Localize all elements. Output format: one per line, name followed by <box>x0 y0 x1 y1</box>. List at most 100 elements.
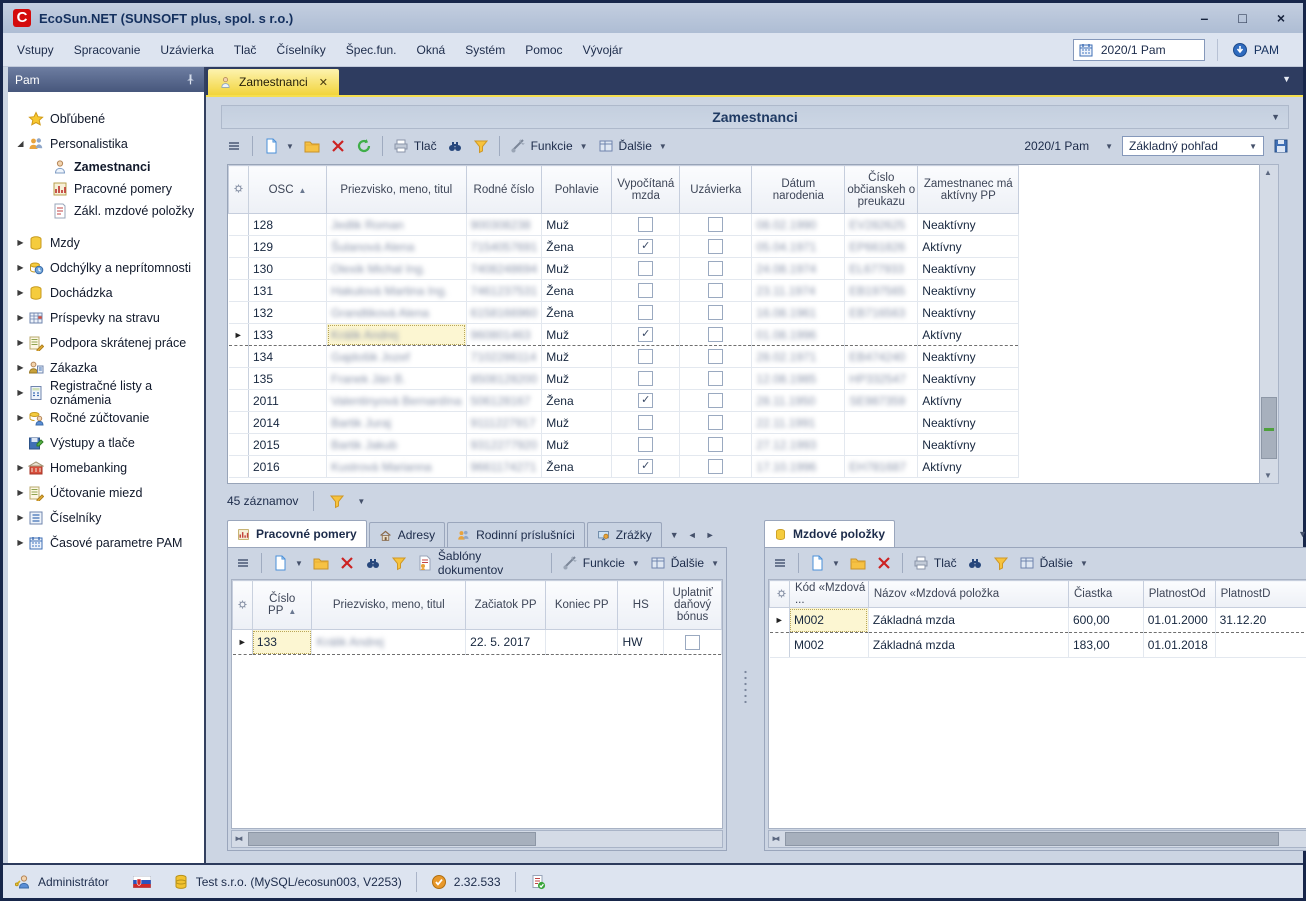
cell-closed[interactable] <box>680 214 752 236</box>
new-button[interactable]: ▼ <box>267 552 308 574</box>
tab-pracovn-pomery[interactable]: Pracovné pomery <box>227 520 367 547</box>
cell-sex[interactable]: Muž <box>542 368 612 390</box>
cell-closed[interactable] <box>680 456 752 478</box>
print-button[interactable]: Tlač <box>908 552 962 574</box>
panel-dropdown-icon[interactable]: ▼ <box>1271 112 1280 122</box>
tab-list-dropdown-icon[interactable]: ▼ <box>670 530 679 540</box>
cell-dob[interactable]: 24.08.1974 <box>752 258 845 280</box>
cell-title[interactable]: Základná mzda <box>868 633 1068 658</box>
cell-closed[interactable] <box>680 280 752 302</box>
cell-code[interactable]: M002 <box>789 633 868 658</box>
column-header-status[interactable]: Zamestnanec má aktívny PP <box>918 166 1019 214</box>
cell-status[interactable]: Neaktívny <box>918 258 1019 280</box>
table-row[interactable]: 129Šulanová Alena7154057691Žena✓05.04.19… <box>229 236 1247 258</box>
checkbox[interactable] <box>638 305 653 320</box>
grid-settings-button[interactable] <box>770 581 790 608</box>
cell-idcard[interactable]: EH781687 <box>845 456 918 478</box>
cell-closed[interactable] <box>680 236 752 258</box>
cell-dob[interactable]: 28.11.1950 <box>752 390 845 412</box>
cell-calc[interactable] <box>612 302 680 324</box>
pam-button[interactable]: PAM <box>1217 39 1289 61</box>
checkbox[interactable] <box>638 415 653 430</box>
cell-status[interactable]: Aktívny <box>918 390 1019 412</box>
column-header-calc[interactable]: Vypočítaná mzda <box>612 166 680 214</box>
sidebar-item-tovanie-miezd[interactable]: ▶Účtovanie miezd <box>8 480 204 505</box>
sidebar-item-z-kl-mzdov-polo-ky[interactable]: Zákl. mzdové položky <box>8 200 204 222</box>
sidebar-item-seln-ky[interactable]: ▶Číselníky <box>8 505 204 530</box>
panel-splitter[interactable] <box>729 521 762 851</box>
filter-button[interactable] <box>988 552 1014 574</box>
cell-hs[interactable]: HW <box>618 630 664 655</box>
grid-settings-button[interactable] <box>233 581 253 630</box>
cell-name[interactable]: Bartik Juraj <box>327 412 467 434</box>
new-button[interactable]: ▼ <box>258 135 299 157</box>
cell-idcard[interactable]: EB474240 <box>845 346 918 368</box>
cell-closed[interactable] <box>680 412 752 434</box>
checkbox[interactable] <box>638 283 653 298</box>
cell-sex[interactable]: Žena <box>542 390 612 412</box>
period-selector[interactable]: 2020/1 Pam▼ <box>1024 139 1113 153</box>
cell-dob[interactable]: 12.08.1985 <box>752 368 845 390</box>
column-header-bonus[interactable]: Uplatniť daňový bónus <box>664 581 722 630</box>
functions-button[interactable]: Funkcie▼ <box>557 552 645 574</box>
cell-idcard[interactable] <box>845 412 918 434</box>
cell-status[interactable]: Aktívny <box>918 324 1019 346</box>
cell-osc[interactable]: 131 <box>249 280 327 302</box>
cell-rc[interactable]: 960801463 <box>466 324 542 346</box>
cell-osc[interactable]: 2011 <box>249 390 327 412</box>
sidebar-item-odch-lky-a-nepr-tomnosti[interactable]: ▶Odchýlky a neprítomnosti <box>8 255 204 280</box>
checkbox[interactable] <box>708 459 723 474</box>
search-button[interactable] <box>962 552 988 574</box>
cell-idcard[interactable]: SE987359 <box>845 390 918 412</box>
column-header-dob[interactable]: Dátum narodenia <box>752 166 845 214</box>
cell-name[interactable]: Šulanová Alena <box>327 236 467 258</box>
checkbox[interactable] <box>638 349 653 364</box>
cell-rc[interactable]: 7408248694 <box>466 258 542 280</box>
cell-rc[interactable]: 6158166960 <box>466 302 542 324</box>
cell-calc[interactable] <box>612 214 680 236</box>
table-row[interactable]: 134Gajdošik Jozef7102286114Muž28.02.1971… <box>229 346 1247 368</box>
cell-osc[interactable]: 129 <box>249 236 327 258</box>
cell-name[interactable]: Králik Andrej <box>327 324 467 346</box>
grid-menu-button[interactable] <box>221 135 247 157</box>
cell-calc[interactable] <box>612 280 680 302</box>
cell-calc[interactable] <box>612 368 680 390</box>
column-header-start[interactable]: Začiatok PP <box>466 581 546 630</box>
maximize-button[interactable]: □ <box>1238 10 1246 26</box>
cell-rc[interactable]: 9661174271 <box>466 456 542 478</box>
cell-osc[interactable]: 2015 <box>249 434 327 456</box>
sidebar-item-homebanking[interactable]: ▶Homebanking <box>8 455 204 480</box>
cell-dob[interactable]: 23.11.1974 <box>752 280 845 302</box>
cell-end[interactable] <box>545 630 617 655</box>
column-header-name[interactable]: Priezvisko, meno, titul <box>312 581 466 630</box>
cell-pp[interactable]: 133 <box>252 630 312 655</box>
cell-calc[interactable]: ✓ <box>612 236 680 258</box>
sidebar-item-mzdy[interactable]: ▶Mzdy <box>8 230 204 255</box>
expander-collapsed-icon[interactable]: ▶ <box>14 513 27 522</box>
filter-button[interactable] <box>386 552 412 574</box>
expander-collapsed-icon[interactable]: ▶ <box>14 388 27 397</box>
sidebar-item-pr-spevky-na-stravu[interactable]: ▶Príspevky na stravu <box>8 305 204 330</box>
column-header-sex[interactable]: Pohlavie <box>542 166 612 214</box>
menu-pec-fun[interactable]: Špec.fun. <box>336 38 407 62</box>
checkbox[interactable] <box>708 217 723 232</box>
grid-settings-button[interactable] <box>229 166 249 214</box>
cell-sex[interactable]: Muž <box>542 346 612 368</box>
cell-rc[interactable]: 506128167 <box>466 390 542 412</box>
more-button[interactable]: Ďalšie▼ <box>645 552 724 574</box>
menu-pomoc[interactable]: Pomoc <box>515 38 572 62</box>
menu-tla[interactable]: Tlač <box>224 38 267 62</box>
cell-idcard[interactable]: EV282625 <box>845 214 918 236</box>
table-row[interactable]: M002Základná mzda183,0001.01.2018 <box>770 633 1306 658</box>
scrollbar-thumb[interactable] <box>248 832 536 846</box>
cell-name[interactable]: Jedlik Roman <box>327 214 467 236</box>
checkbox[interactable] <box>708 261 723 276</box>
print-button[interactable]: Tlač <box>388 135 442 157</box>
grid-menu-button[interactable] <box>230 552 256 574</box>
sidebar-item-registra-n-listy-a-ozn-menia[interactable]: ▶Registračné listy a oznámenia <box>8 380 204 405</box>
checkbox[interactable]: ✓ <box>638 459 653 474</box>
expander-collapsed-icon[interactable]: ▶ <box>14 463 27 472</box>
table-row[interactable]: ►133Králik Andrej960801463Muž✓01.08.1996… <box>229 324 1247 346</box>
cell-sex[interactable]: Muž <box>542 434 612 456</box>
more-button[interactable]: Ďalšie▼ <box>593 135 672 157</box>
